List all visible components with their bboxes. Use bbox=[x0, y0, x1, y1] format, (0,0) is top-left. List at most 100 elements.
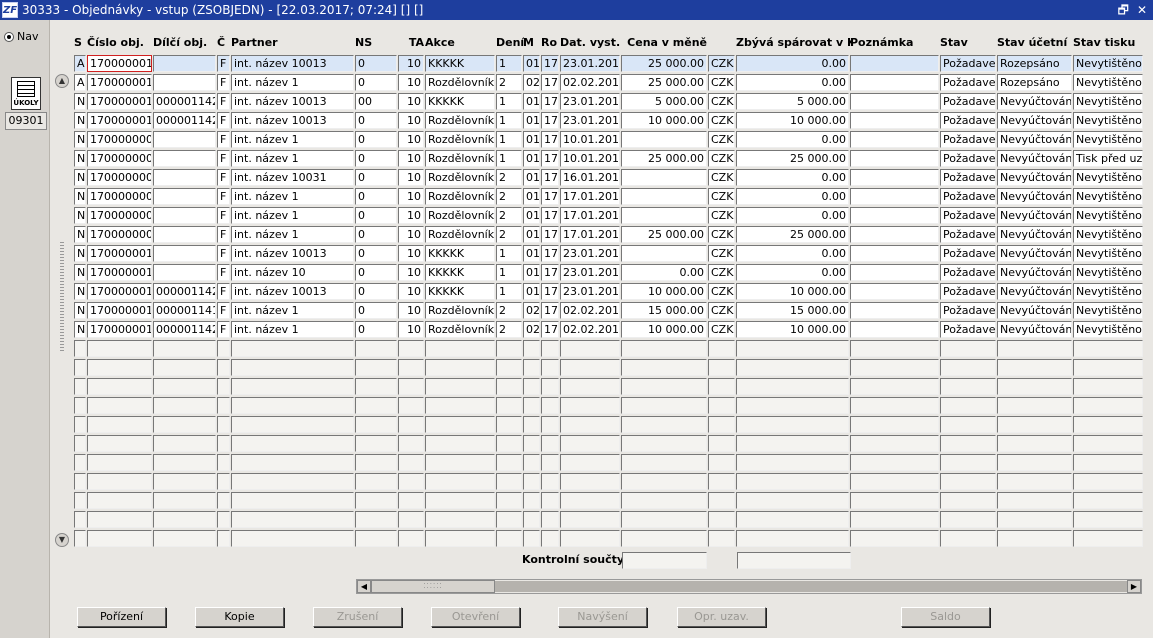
col-s-header[interactable]: S bbox=[74, 34, 88, 52]
col-partner-cell[interactable] bbox=[231, 397, 354, 414]
col-ro-cell[interactable] bbox=[541, 511, 559, 528]
col-akce-cell[interactable]: KKKKK bbox=[425, 283, 495, 300]
col-s-cell[interactable] bbox=[74, 378, 86, 395]
col-deni-cell[interactable]: 1 bbox=[496, 112, 522, 129]
col-poznamka-cell[interactable] bbox=[850, 264, 939, 281]
col-stav-cell[interactable] bbox=[940, 416, 996, 433]
col-cislo-obj-cell[interactable] bbox=[87, 435, 152, 452]
col-dat-vyst-cell[interactable] bbox=[560, 454, 620, 471]
col-zbyva-cell[interactable]: 0.00 bbox=[736, 264, 849, 281]
col-ta-cell[interactable]: 10 bbox=[398, 169, 424, 186]
col-stav-tisku-cell[interactable]: Nevytištěno bbox=[1073, 283, 1143, 300]
col-poznamka-cell[interactable] bbox=[850, 150, 939, 167]
col-ta-cell[interactable] bbox=[398, 416, 424, 433]
col-stav-ucetni-header[interactable]: Stav účetní bbox=[997, 34, 1074, 52]
col-cena-cell[interactable] bbox=[621, 473, 707, 490]
col-deni-cell[interactable]: 1 bbox=[496, 264, 522, 281]
col-cena-cell[interactable] bbox=[621, 245, 707, 262]
code-field[interactable]: 09301 bbox=[5, 112, 47, 130]
col-c-cell[interactable]: F bbox=[217, 74, 230, 91]
col-stav-ucetni-cell[interactable] bbox=[997, 416, 1072, 433]
col-dat-vyst-cell[interactable]: 02.02.2017 bbox=[560, 302, 620, 319]
col-dilci-obj-cell[interactable] bbox=[153, 74, 216, 91]
col-stav-cell[interactable]: Požadavek bbox=[940, 283, 996, 300]
col-dat-vyst-cell[interactable]: 23.01.2017 bbox=[560, 283, 620, 300]
col-stav-ucetni-cell[interactable]: Nevyúčtováno bbox=[997, 302, 1072, 319]
col-stav-cell[interactable] bbox=[940, 530, 996, 547]
col-akce-cell[interactable] bbox=[425, 378, 495, 395]
col-ta-cell[interactable]: 10 bbox=[398, 150, 424, 167]
col-s-cell[interactable] bbox=[74, 492, 86, 509]
col-c-cell[interactable] bbox=[217, 340, 230, 357]
col-mena-cell[interactable]: CZK bbox=[708, 112, 735, 129]
col-s-cell[interactable]: N bbox=[74, 245, 86, 262]
col-m-cell[interactable]: 01 bbox=[523, 169, 540, 186]
col-stav-tisku-cell[interactable] bbox=[1073, 397, 1143, 414]
col-m-cell[interactable]: 01 bbox=[523, 207, 540, 224]
col-stav-ucetni-cell[interactable]: Nevyúčtováno bbox=[997, 188, 1072, 205]
col-m-cell[interactable]: 01 bbox=[523, 264, 540, 281]
col-ro-cell[interactable]: 17 bbox=[541, 150, 559, 167]
col-stav-tisku-cell[interactable]: Nevytištěno bbox=[1073, 55, 1143, 72]
col-poznamka-cell[interactable] bbox=[850, 207, 939, 224]
col-stav-tisku-cell[interactable]: Nevytištěno bbox=[1073, 302, 1143, 319]
col-c-cell[interactable] bbox=[217, 359, 230, 376]
col-dat-vyst-cell[interactable]: 23.01.2017 bbox=[560, 112, 620, 129]
col-cislo-obj-cell[interactable] bbox=[87, 454, 152, 471]
col-ro-cell[interactable]: 17 bbox=[541, 283, 559, 300]
col-poznamka-cell[interactable] bbox=[850, 492, 939, 509]
porizeni-button[interactable]: Pořízení bbox=[77, 607, 166, 627]
col-mena-cell[interactable] bbox=[708, 473, 735, 490]
col-poznamka-cell[interactable] bbox=[850, 416, 939, 433]
col-cena-cell[interactable] bbox=[621, 359, 707, 376]
col-m-cell[interactable] bbox=[523, 359, 540, 376]
col-ro-cell[interactable] bbox=[541, 359, 559, 376]
col-dilci-obj-cell[interactable] bbox=[153, 131, 216, 148]
col-m-cell[interactable] bbox=[523, 492, 540, 509]
col-s-cell[interactable]: N bbox=[74, 226, 86, 243]
col-deni-cell[interactable] bbox=[496, 492, 522, 509]
col-deni-cell[interactable]: 1 bbox=[496, 93, 522, 110]
col-ns-header[interactable]: NS bbox=[355, 34, 399, 52]
col-ns-cell[interactable]: 0 bbox=[355, 321, 397, 338]
col-stav-ucetni-cell[interactable]: Nevyúčtováno bbox=[997, 150, 1072, 167]
col-poznamka-cell[interactable] bbox=[850, 169, 939, 186]
col-cislo-obj-cell[interactable] bbox=[87, 340, 152, 357]
col-c-cell[interactable]: F bbox=[217, 169, 230, 186]
col-dilci-obj-cell[interactable] bbox=[153, 169, 216, 186]
col-ta-cell[interactable]: 10 bbox=[398, 207, 424, 224]
col-deni-cell[interactable]: 1 bbox=[496, 283, 522, 300]
col-partner-cell[interactable] bbox=[231, 530, 354, 547]
col-ta-cell[interactable] bbox=[398, 454, 424, 471]
col-m-cell[interactable]: 01 bbox=[523, 93, 540, 110]
col-cislo-obj-cell[interactable]: 1700000014 bbox=[87, 302, 152, 319]
col-partner-cell[interactable] bbox=[231, 492, 354, 509]
scroll-track-h[interactable] bbox=[495, 581, 1127, 592]
col-dat-vyst-cell[interactable] bbox=[560, 473, 620, 490]
col-cena-cell[interactable] bbox=[621, 340, 707, 357]
col-stav-cell[interactable]: Požadavek bbox=[940, 321, 996, 338]
col-partner-cell[interactable]: int. název 10 bbox=[231, 264, 354, 281]
col-akce-cell[interactable] bbox=[425, 454, 495, 471]
col-s-cell[interactable]: A bbox=[74, 55, 86, 72]
col-ns-cell[interactable] bbox=[355, 397, 397, 414]
col-stav-tisku-cell[interactable]: Nevytištěno bbox=[1073, 264, 1143, 281]
col-dat-vyst-cell[interactable]: 23.01.2017 bbox=[560, 93, 620, 110]
col-stav-ucetni-cell[interactable] bbox=[997, 378, 1072, 395]
col-mena-cell[interactable] bbox=[708, 454, 735, 471]
saldo-button[interactable]: Saldo bbox=[901, 607, 990, 627]
col-cena-cell[interactable] bbox=[621, 492, 707, 509]
col-akce-cell[interactable]: Rozdělovník bbox=[425, 169, 495, 186]
col-stav-ucetni-cell[interactable] bbox=[997, 473, 1072, 490]
col-cislo-obj-cell[interactable]: 1700000014 bbox=[87, 74, 152, 91]
col-m-cell[interactable]: 02 bbox=[523, 302, 540, 319]
col-dilci-obj-cell[interactable] bbox=[153, 188, 216, 205]
col-cena-cell[interactable] bbox=[621, 397, 707, 414]
col-stav-tisku-cell[interactable] bbox=[1073, 435, 1143, 452]
col-c-cell[interactable] bbox=[217, 435, 230, 452]
col-mena-cell[interactable]: CZK bbox=[708, 55, 735, 72]
col-zbyva-cell[interactable]: 0.00 bbox=[736, 74, 849, 91]
col-deni-cell[interactable]: 2 bbox=[496, 207, 522, 224]
col-s-cell[interactable]: N bbox=[74, 207, 86, 224]
col-akce-cell[interactable]: Rozdělovník bbox=[425, 74, 495, 91]
